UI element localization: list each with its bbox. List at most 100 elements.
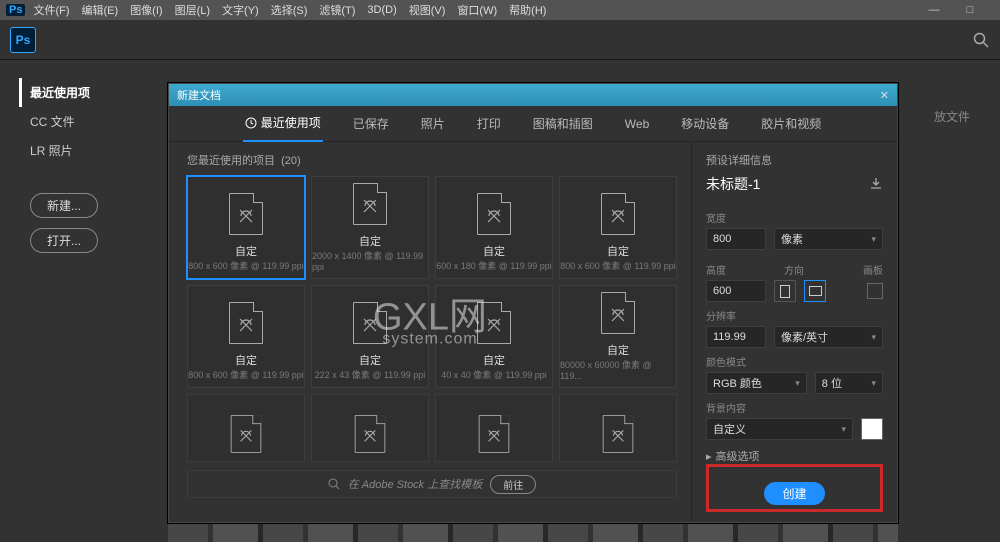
preset-item[interactable] bbox=[435, 394, 553, 462]
tab-saved[interactable]: 已保存 bbox=[351, 106, 391, 142]
orientation-landscape[interactable] bbox=[804, 280, 826, 302]
open-button[interactable]: 打开... bbox=[30, 228, 98, 253]
tab-photo[interactable]: 照片 bbox=[419, 106, 447, 142]
search-icon[interactable] bbox=[972, 31, 990, 49]
chevron-down-icon: ▾ bbox=[871, 332, 876, 343]
menu-view[interactable]: 视图(V) bbox=[409, 2, 446, 18]
start-sidebar: 最近使用项 CC 文件 LR 照片 新建... 打开... bbox=[0, 60, 180, 253]
preset-title: 自定 bbox=[359, 233, 381, 249]
tab-label: 最近使用项 bbox=[261, 114, 321, 131]
tab-print[interactable]: 打印 bbox=[475, 106, 503, 142]
background-select[interactable]: 自定义▾ bbox=[706, 418, 853, 440]
window-maximize-icon[interactable]: □ bbox=[958, 4, 982, 16]
advanced-options-toggle[interactable]: ▸ 高级选项 bbox=[706, 448, 883, 464]
preset-item[interactable]: 自定 2000 x 1400 像素 @ 119.99 ppi bbox=[311, 176, 429, 279]
preset-item[interactable] bbox=[559, 394, 677, 462]
orientation-portrait[interactable] bbox=[774, 280, 796, 302]
clock-icon bbox=[245, 117, 257, 129]
stock-search-bar[interactable]: 在 Adobe Stock 上查找模板 前往 bbox=[187, 470, 677, 498]
preset-title: 自定 bbox=[607, 342, 629, 358]
preset-item[interactable]: 自定 600 x 180 像素 @ 119.99 ppi bbox=[435, 176, 553, 279]
ps-logo-icon: Ps bbox=[10, 27, 36, 53]
color-mode-label: 颜色模式 bbox=[706, 354, 883, 369]
resolution-label: 分辨率 bbox=[706, 308, 883, 323]
category-tabs: 最近使用项 已保存 照片 打印 图稿和插图 Web 移动设备 胶片和视频 bbox=[169, 106, 897, 142]
background-color-swatch[interactable] bbox=[861, 418, 883, 440]
document-icon bbox=[601, 193, 635, 235]
chevron-right-icon: ▸ bbox=[706, 450, 712, 463]
menu-3d[interactable]: 3D(D) bbox=[367, 4, 396, 16]
preset-title: 自定 bbox=[235, 352, 257, 368]
menu-image[interactable]: 图像(I) bbox=[130, 2, 162, 18]
width-input[interactable] bbox=[706, 228, 766, 250]
color-mode-select[interactable]: RGB 颜色▾ bbox=[706, 372, 807, 394]
preset-dimensions: 600 x 180 像素 @ 119.99 ppi bbox=[436, 259, 552, 272]
preset-title: 自定 bbox=[607, 243, 629, 259]
preset-title: 自定 bbox=[359, 352, 381, 368]
bit-depth-select[interactable]: 8 位▾ bbox=[815, 372, 883, 394]
width-unit-select[interactable]: 像素▾ bbox=[774, 228, 883, 250]
tab-recent[interactable]: 最近使用项 bbox=[243, 106, 323, 142]
height-label: 高度 bbox=[706, 262, 766, 277]
close-icon[interactable]: ✕ bbox=[880, 89, 889, 102]
tab-film[interactable]: 胶片和视频 bbox=[759, 106, 823, 142]
preset-item[interactable]: 自定 80000 x 60000 像素 @ 119... bbox=[559, 285, 677, 388]
preset-item[interactable]: 自定 800 x 600 像素 @ 119.99 ppi bbox=[187, 285, 305, 388]
document-icon bbox=[479, 415, 510, 453]
go-button[interactable]: 前往 bbox=[490, 475, 536, 494]
document-icon bbox=[229, 193, 263, 235]
chevron-down-icon: ▾ bbox=[871, 234, 876, 245]
preset-item[interactable]: 自定 800 x 600 像素 @ 119.99 ppi bbox=[187, 176, 305, 279]
recent-thumbnails-strip bbox=[168, 524, 898, 542]
document-icon bbox=[477, 302, 511, 344]
resolution-input[interactable] bbox=[706, 326, 766, 348]
preset-item[interactable]: 自定 40 x 40 像素 @ 119.99 ppi bbox=[435, 285, 553, 388]
create-highlight: 创建 bbox=[706, 464, 883, 512]
menu-file[interactable]: 文件(F) bbox=[33, 2, 69, 18]
create-button[interactable]: 创建 bbox=[764, 482, 824, 505]
menu-filter[interactable]: 滤镜(T) bbox=[319, 2, 355, 18]
document-icon bbox=[355, 415, 386, 453]
document-icon bbox=[603, 415, 634, 453]
dialog-title: 新建文档 bbox=[177, 87, 221, 103]
tab-mobile[interactable]: 移动设备 bbox=[679, 106, 731, 142]
new-document-dialog: 新建文档 ✕ 最近使用项 已保存 照片 打印 图稿和插图 Web 移动设备 胶片… bbox=[168, 83, 898, 523]
preset-dimensions: 800 x 600 像素 @ 119.99 ppi bbox=[188, 368, 304, 381]
download-icon[interactable] bbox=[869, 177, 883, 191]
menu-window[interactable]: 窗口(W) bbox=[457, 2, 497, 18]
sidebar-item-cc[interactable]: CC 文件 bbox=[30, 107, 180, 136]
menu-help[interactable]: 帮助(H) bbox=[509, 2, 546, 18]
preset-title: 自定 bbox=[483, 352, 505, 368]
resolution-unit-select[interactable]: 像素/英寸▾ bbox=[774, 326, 883, 348]
background-label: 背景内容 bbox=[706, 400, 883, 415]
menu-layer[interactable]: 图层(L) bbox=[175, 2, 210, 18]
height-input[interactable] bbox=[706, 280, 766, 302]
preset-dimensions: 222 x 43 像素 @ 119.99 ppi bbox=[315, 368, 426, 381]
tab-art[interactable]: 图稿和插图 bbox=[531, 106, 595, 142]
menu-type[interactable]: 文字(Y) bbox=[222, 2, 259, 18]
tab-web[interactable]: Web bbox=[623, 106, 651, 142]
drop-files-hint: 放文件 bbox=[934, 108, 970, 125]
sidebar-item-lr[interactable]: LR 照片 bbox=[30, 136, 180, 165]
sidebar-item-recent[interactable]: 最近使用项 bbox=[19, 78, 180, 107]
preset-item[interactable] bbox=[311, 394, 429, 462]
preset-dimensions: 2000 x 1400 像素 @ 119.99 ppi bbox=[312, 249, 428, 272]
menu-edit[interactable]: 编辑(E) bbox=[82, 2, 119, 18]
document-icon bbox=[353, 183, 387, 225]
document-icon bbox=[477, 193, 511, 235]
stock-placeholder: 在 Adobe Stock 上查找模板 bbox=[348, 476, 483, 492]
preset-dimensions: 800 x 600 像素 @ 119.99 ppi bbox=[188, 259, 304, 272]
new-button[interactable]: 新建... bbox=[30, 193, 98, 218]
document-icon bbox=[231, 415, 262, 453]
artboard-checkbox[interactable] bbox=[867, 283, 883, 299]
menu-select[interactable]: 选择(S) bbox=[271, 2, 308, 18]
chevron-down-icon: ▾ bbox=[795, 378, 800, 389]
preset-item[interactable]: 自定 800 x 600 像素 @ 119.99 ppi bbox=[559, 176, 677, 279]
preset-dimensions: 80000 x 60000 像素 @ 119... bbox=[560, 358, 676, 381]
orientation-label: 方向 bbox=[784, 262, 804, 277]
preset-item[interactable]: 自定 222 x 43 像素 @ 119.99 ppi bbox=[311, 285, 429, 388]
document-name[interactable]: 未标题-1 bbox=[706, 174, 760, 194]
chevron-down-icon: ▾ bbox=[841, 424, 846, 435]
preset-item[interactable] bbox=[187, 394, 305, 462]
window-minimize-icon[interactable]: — bbox=[922, 4, 946, 16]
